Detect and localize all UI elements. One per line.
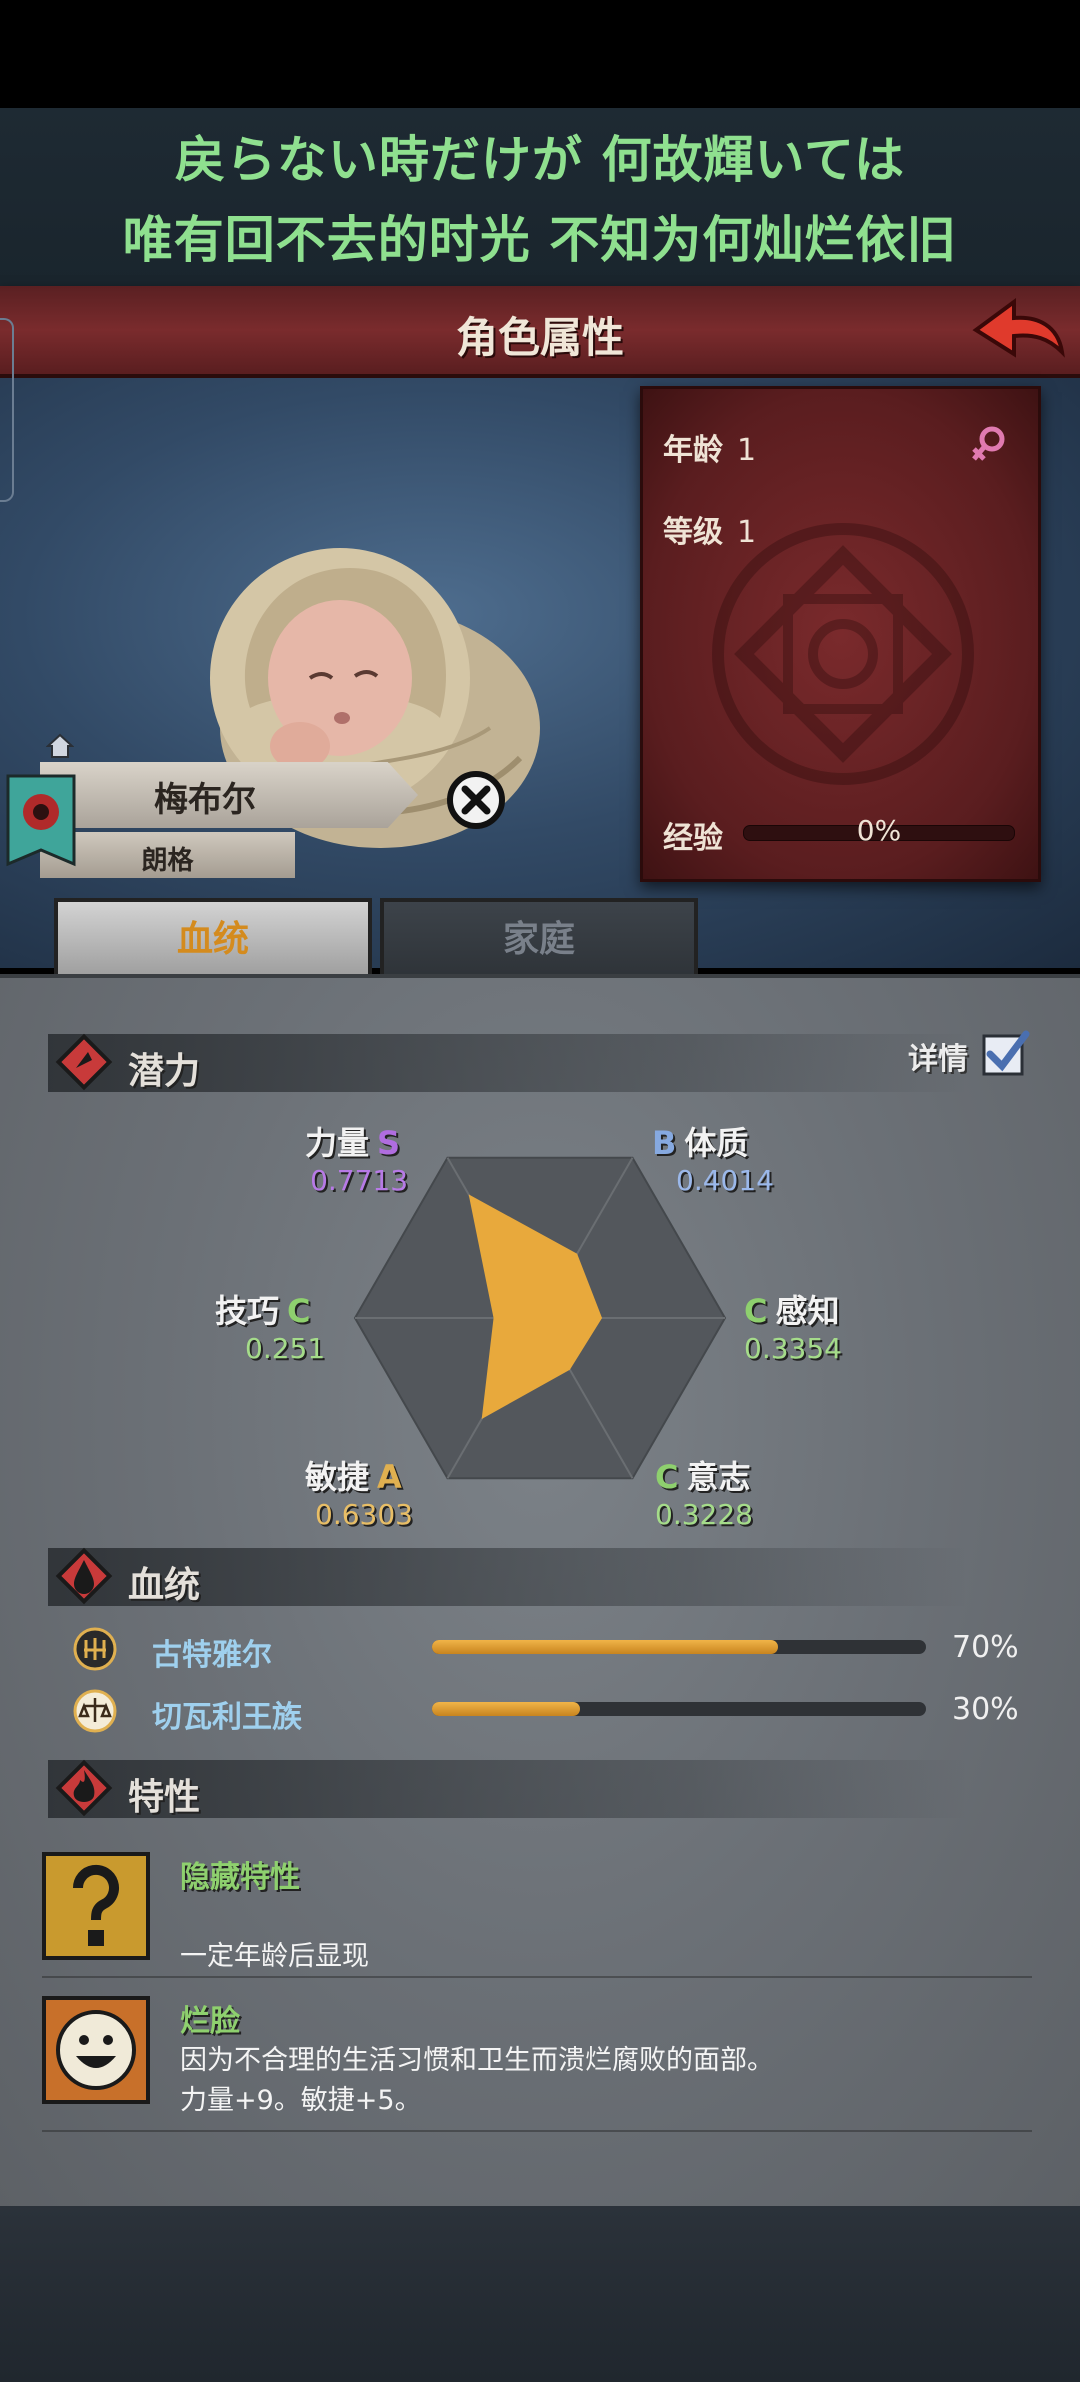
stat-skill: 技巧 C 0.251: [215, 1286, 325, 1365]
stat-constitution-name: 体质: [684, 1124, 749, 1162]
status-bar-area: [0, 0, 1080, 108]
age-value: 1: [737, 433, 757, 468]
blood-drop-icon: [55, 1547, 113, 1605]
portrait-area: 年龄 1 等级 1 经验 0% 梅布尔 朗格: [0, 318, 1080, 968]
stat-skill-name: 技巧: [215, 1292, 280, 1330]
page-title: 角色属性: [455, 313, 624, 362]
lineage-name-2: 切瓦利王族: [152, 1700, 302, 1735]
stat-strength-value: 0.7713: [310, 1164, 409, 1197]
trait-divider: [42, 2130, 1032, 2132]
celtic-knot-emblem: [712, 523, 974, 785]
trait-divider: [42, 1976, 1032, 1978]
lineage-crest-icon-2: [73, 1689, 117, 1733]
lyrics-overlay: 戻らない時だけが 何故輝いては 唯有回不去的时光 不知为何灿烂依旧: [0, 108, 1080, 286]
character-name: 梅布尔: [154, 780, 256, 820]
stat-strength: 力量 S 0.7713: [305, 1118, 408, 1197]
stat-perception-grade: C: [744, 1292, 768, 1330]
question-mark-icon: [42, 1852, 150, 1960]
lineage-row: 古特雅尔 70%: [72, 1626, 1032, 1673]
female-gender-icon: [972, 426, 1005, 461]
surname-plate: 朗格: [40, 832, 295, 878]
trait-name-1: 隐藏特性: [180, 1860, 300, 1895]
stat-perception-value: 0.3354: [744, 1332, 842, 1365]
lineage-row: 切瓦利王族 30%: [72, 1688, 1032, 1735]
tab-lineage[interactable]: 血统: [54, 898, 372, 982]
lineage-title: 血统: [128, 1565, 201, 1606]
potential-icon: [55, 1033, 113, 1091]
traits-title: 特性: [128, 1777, 201, 1818]
stat-agility-value: 0.6303: [315, 1498, 413, 1531]
detail-checkbox[interactable]: [982, 1030, 1030, 1078]
stat-will-value: 0.3228: [655, 1498, 753, 1531]
grinning-face-icon: [42, 1996, 150, 2104]
stat-strength-grade: S: [377, 1124, 401, 1162]
traits-section-header: 特性: [48, 1759, 968, 1818]
age-row: 年龄 1: [663, 425, 756, 469]
trait-desc-2: 因为不合理的生活习惯和卫生而溃烂腐败的面部。: [180, 2045, 774, 2076]
stat-agility: 敏捷 A 0.6303: [305, 1452, 413, 1531]
trait-name-2: 烂脸: [180, 2004, 240, 2039]
character-surname: 朗格: [141, 846, 194, 876]
close-icon[interactable]: [446, 770, 506, 830]
stat-constitution-value: 0.4014: [676, 1164, 774, 1197]
stat-strength-name: 力量: [305, 1124, 370, 1162]
lineage-name-1: 古特雅尔: [152, 1638, 272, 1673]
lineage-bar-1: [432, 1640, 926, 1654]
home-icon[interactable]: [46, 733, 74, 759]
stat-constitution-grade: B: [652, 1124, 677, 1162]
lyrics-line-2: 唯有回不去的时光 不知为何灿烂依旧: [122, 211, 958, 269]
stat-agility-grade: A: [377, 1458, 402, 1496]
trait-effect-2: 力量+9。敏捷+5。: [180, 2085, 422, 2116]
lyrics-line-1: 戻らない時だけが 何故輝いては: [175, 131, 905, 189]
potential-title: 潜力: [128, 1051, 201, 1092]
age-label: 年龄: [663, 433, 723, 468]
side-drawer-handle[interactable]: [0, 318, 14, 502]
lineage-crest-icon-1: [73, 1627, 117, 1671]
title-bar: 角色属性: [0, 286, 1080, 378]
stat-perception-name: 感知: [775, 1292, 840, 1330]
character-info-panel: 年龄 1 等级 1 经验 0%: [640, 386, 1041, 882]
flame-icon: [55, 1759, 113, 1817]
lineage-section-header: 血统: [48, 1547, 968, 1606]
stat-skill-value: 0.251: [245, 1332, 326, 1365]
trait-item[interactable]: 烂脸 因为不合理的生活习惯和卫生而溃烂腐败的面部。 力量+9。敏捷+5。: [42, 1996, 1032, 2132]
exp-label: 经验: [663, 821, 723, 856]
stat-perception: C 感知 0.3354: [744, 1286, 842, 1365]
trait-desc-1: 一定年龄后显现: [180, 1941, 369, 1972]
potential-section-header: 潜力: [48, 1033, 968, 1092]
exp-bar: 0%: [743, 814, 1015, 847]
lineage-percent-2: 30%: [952, 1692, 1019, 1727]
lineage-percent-1: 70%: [952, 1630, 1019, 1665]
exp-value: 0%: [856, 814, 902, 847]
stat-will-grade: C: [655, 1458, 679, 1496]
lineage-bar-fill-2: [432, 1702, 581, 1716]
bottom-bar: [0, 2206, 1080, 2382]
lineage-tab-content: 潜力 详情 力量 S 0.7713 B 体质 0.4014 C 感知 0.3354 C…: [0, 974, 1080, 2210]
stat-skill-grade: C: [287, 1292, 311, 1330]
stat-agility-name: 敏捷: [305, 1458, 370, 1496]
stat-will-name: 意志: [686, 1458, 751, 1496]
tab-family[interactable]: 家庭: [380, 898, 698, 982]
stat-constitution: B 体质 0.4014: [652, 1118, 774, 1197]
back-arrow-icon[interactable]: [968, 292, 1068, 368]
house-banner-icon[interactable]: [6, 774, 76, 874]
trait-item[interactable]: 隐藏特性 一定年龄后显现: [42, 1852, 1032, 1978]
lineage-bar-2: [432, 1702, 926, 1716]
detail-label: 详情: [908, 1042, 968, 1077]
stat-will: C 意志 0.3228: [655, 1452, 753, 1531]
lineage-bar-fill-1: [432, 1640, 778, 1654]
